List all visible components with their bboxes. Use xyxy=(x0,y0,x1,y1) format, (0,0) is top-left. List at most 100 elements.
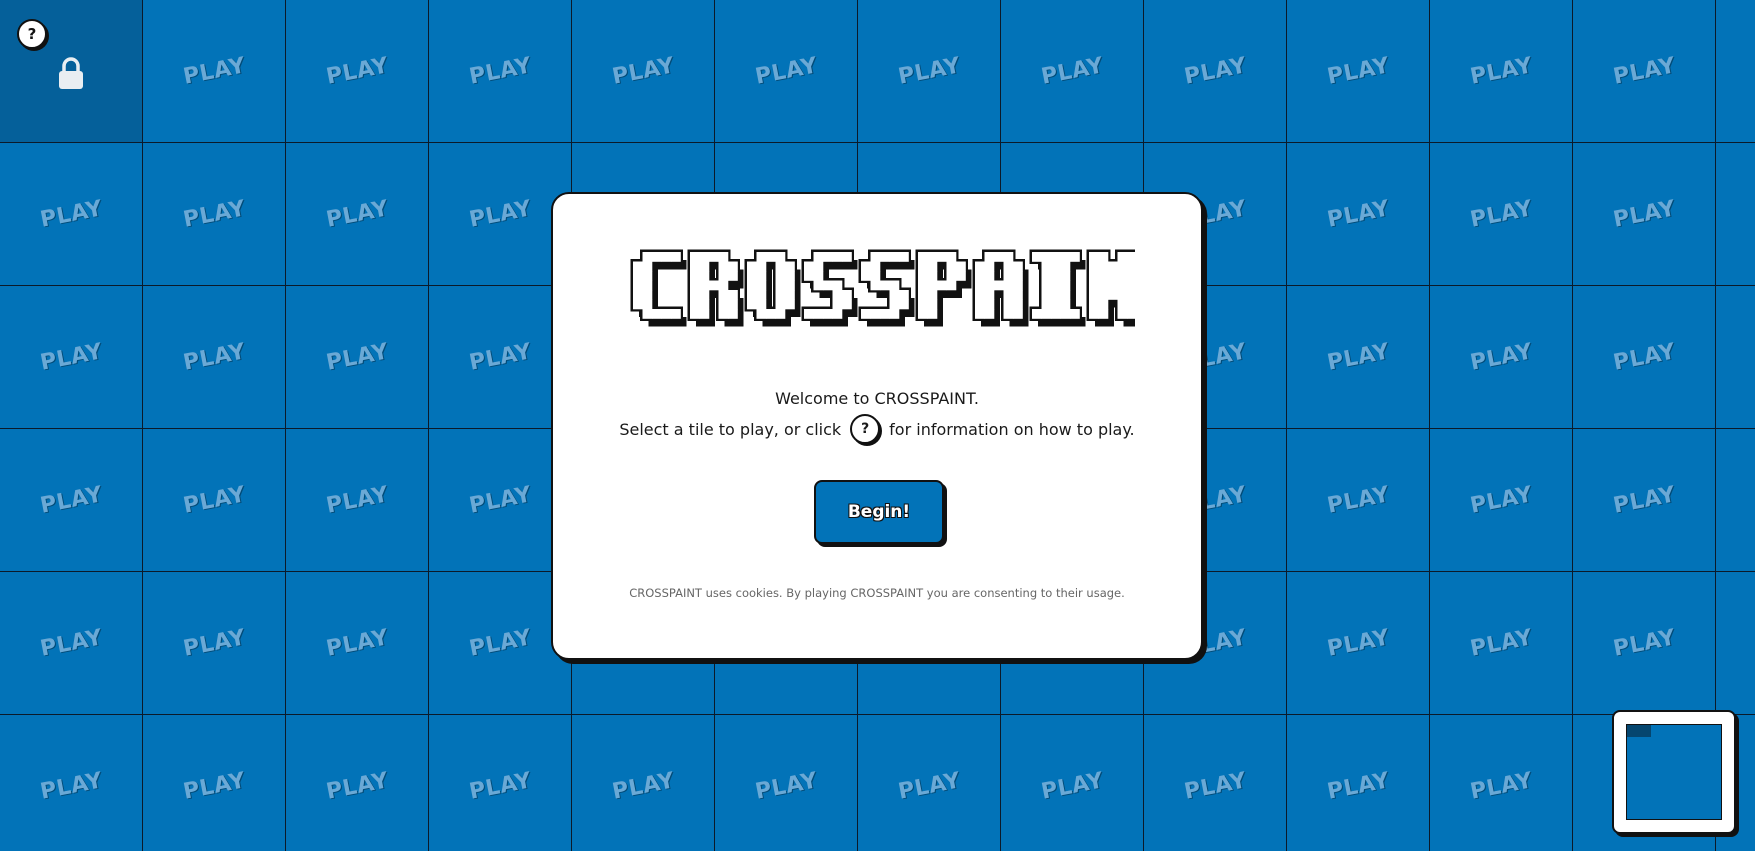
play-label: PLAY xyxy=(466,52,534,90)
locked-tile[interactable] xyxy=(0,0,143,143)
play-tile[interactable]: PLAY xyxy=(143,143,286,286)
play-label: PLAY xyxy=(323,338,391,376)
play-tile[interactable]: PLAY xyxy=(286,715,429,851)
play-label: PLAY xyxy=(37,338,105,376)
play-label: PLAY xyxy=(466,195,534,233)
minimap-area xyxy=(1626,724,1722,820)
play-tile[interactable]: PLAY xyxy=(1430,429,1573,572)
play-tile[interactable]: PLAY xyxy=(1716,429,1755,572)
play-tile[interactable]: PLAY xyxy=(1716,0,1755,143)
play-label: PLAY xyxy=(1038,767,1106,805)
crosspaint-logo xyxy=(630,249,1135,327)
play-label: PLAY xyxy=(323,767,391,805)
begin-button[interactable]: Begin! xyxy=(814,480,944,544)
play-label: PLAY xyxy=(180,195,248,233)
play-label: PLAY xyxy=(1610,481,1678,519)
play-label: PLAY xyxy=(1467,481,1535,519)
play-label: PLAY xyxy=(752,52,820,90)
play-tile[interactable]: PLAY xyxy=(1287,0,1430,143)
play-tile[interactable]: PLAY xyxy=(1430,143,1573,286)
play-tile[interactable]: PLAY xyxy=(1001,715,1144,851)
play-label: PLAY xyxy=(180,767,248,805)
welcome-modal: Welcome to CROSSPAINT. Select a tile to … xyxy=(551,192,1203,660)
play-tile[interactable]: PLAY xyxy=(1287,572,1430,715)
instruction-before: Select a tile to play, or click xyxy=(619,419,842,439)
play-tile[interactable]: PLAY xyxy=(1287,286,1430,429)
play-tile[interactable]: PLAY xyxy=(429,0,572,143)
play-label: PLAY xyxy=(37,624,105,662)
play-tile[interactable]: PLAY xyxy=(143,572,286,715)
play-tile[interactable]: PLAY xyxy=(715,715,858,851)
help-button[interactable]: ? xyxy=(17,19,47,49)
play-tile[interactable]: PLAY xyxy=(1144,715,1287,851)
play-tile[interactable]: PLAY xyxy=(1287,715,1430,851)
play-tile[interactable]: PLAY xyxy=(1144,0,1287,143)
play-tile[interactable]: PLAY xyxy=(143,715,286,851)
play-tile[interactable]: PLAY xyxy=(1430,0,1573,143)
play-label: PLAY xyxy=(1324,52,1392,90)
play-label: PLAY xyxy=(1038,52,1106,90)
play-tile[interactable]: PLAY xyxy=(0,715,143,851)
minimap-viewport xyxy=(1627,725,1651,737)
play-tile[interactable]: PLAY xyxy=(286,286,429,429)
play-label: PLAY xyxy=(180,52,248,90)
play-tile[interactable]: PLAY xyxy=(1573,429,1716,572)
play-tile[interactable]: PLAY xyxy=(429,715,572,851)
play-tile[interactable]: PLAY xyxy=(1287,429,1430,572)
play-label: PLAY xyxy=(1467,624,1535,662)
play-label: PLAY xyxy=(323,624,391,662)
play-tile[interactable]: PLAY xyxy=(286,429,429,572)
play-label: PLAY xyxy=(1324,195,1392,233)
play-tile[interactable]: PLAY xyxy=(1430,572,1573,715)
minimap-button[interactable] xyxy=(1612,710,1736,834)
lock-icon xyxy=(59,57,83,89)
play-tile[interactable]: PLAY xyxy=(286,0,429,143)
play-label: PLAY xyxy=(1467,195,1535,233)
play-tile[interactable]: PLAY xyxy=(1716,572,1755,715)
play-tile[interactable]: PLAY xyxy=(1716,143,1755,286)
play-tile[interactable]: PLAY xyxy=(1430,715,1573,851)
play-tile[interactable]: PLAY xyxy=(572,0,715,143)
play-label: PLAY xyxy=(466,624,534,662)
play-tile[interactable]: PLAY xyxy=(858,0,1001,143)
play-label: PLAY xyxy=(1324,624,1392,662)
play-tile[interactable]: PLAY xyxy=(286,572,429,715)
play-tile[interactable]: PLAY xyxy=(1573,286,1716,429)
play-tile[interactable]: PLAY xyxy=(715,0,858,143)
play-tile[interactable]: PLAY xyxy=(1573,572,1716,715)
play-label: PLAY xyxy=(37,481,105,519)
play-tile[interactable]: PLAY xyxy=(1001,0,1144,143)
play-label: PLAY xyxy=(1610,52,1678,90)
play-label: PLAY xyxy=(180,624,248,662)
play-label: PLAY xyxy=(466,338,534,376)
play-tile[interactable]: PLAY xyxy=(1716,286,1755,429)
play-tile[interactable]: PLAY xyxy=(572,715,715,851)
play-label: PLAY xyxy=(1324,338,1392,376)
play-tile[interactable]: PLAY xyxy=(1573,143,1716,286)
play-tile[interactable]: PLAY xyxy=(0,572,143,715)
play-tile[interactable]: PLAY xyxy=(858,715,1001,851)
play-tile[interactable]: PLAY xyxy=(0,143,143,286)
play-label: PLAY xyxy=(323,52,391,90)
cookie-notice: CROSSPAINT uses cookies. By playing CROS… xyxy=(629,586,1125,600)
help-inline-icon[interactable]: ? xyxy=(850,414,881,444)
play-label: PLAY xyxy=(609,767,677,805)
play-label: PLAY xyxy=(1324,767,1392,805)
play-tile[interactable]: PLAY xyxy=(143,286,286,429)
play-tile[interactable]: PLAY xyxy=(143,0,286,143)
play-label: PLAY xyxy=(1467,767,1535,805)
instruction-after: for information on how to play. xyxy=(889,419,1135,439)
play-label: PLAY xyxy=(1610,195,1678,233)
instruction-line: Select a tile to play, or click ? for in… xyxy=(553,414,1201,444)
play-label: PLAY xyxy=(37,767,105,805)
play-tile[interactable]: PLAY xyxy=(1287,143,1430,286)
play-label: PLAY xyxy=(895,52,963,90)
play-tile[interactable]: PLAY xyxy=(1430,286,1573,429)
play-tile[interactable]: PLAY xyxy=(0,429,143,572)
play-label: PLAY xyxy=(37,195,105,233)
play-tile[interactable]: PLAY xyxy=(0,286,143,429)
play-tile[interactable]: PLAY xyxy=(286,143,429,286)
play-label: PLAY xyxy=(466,767,534,805)
play-tile[interactable]: PLAY xyxy=(1573,0,1716,143)
play-tile[interactable]: PLAY xyxy=(143,429,286,572)
